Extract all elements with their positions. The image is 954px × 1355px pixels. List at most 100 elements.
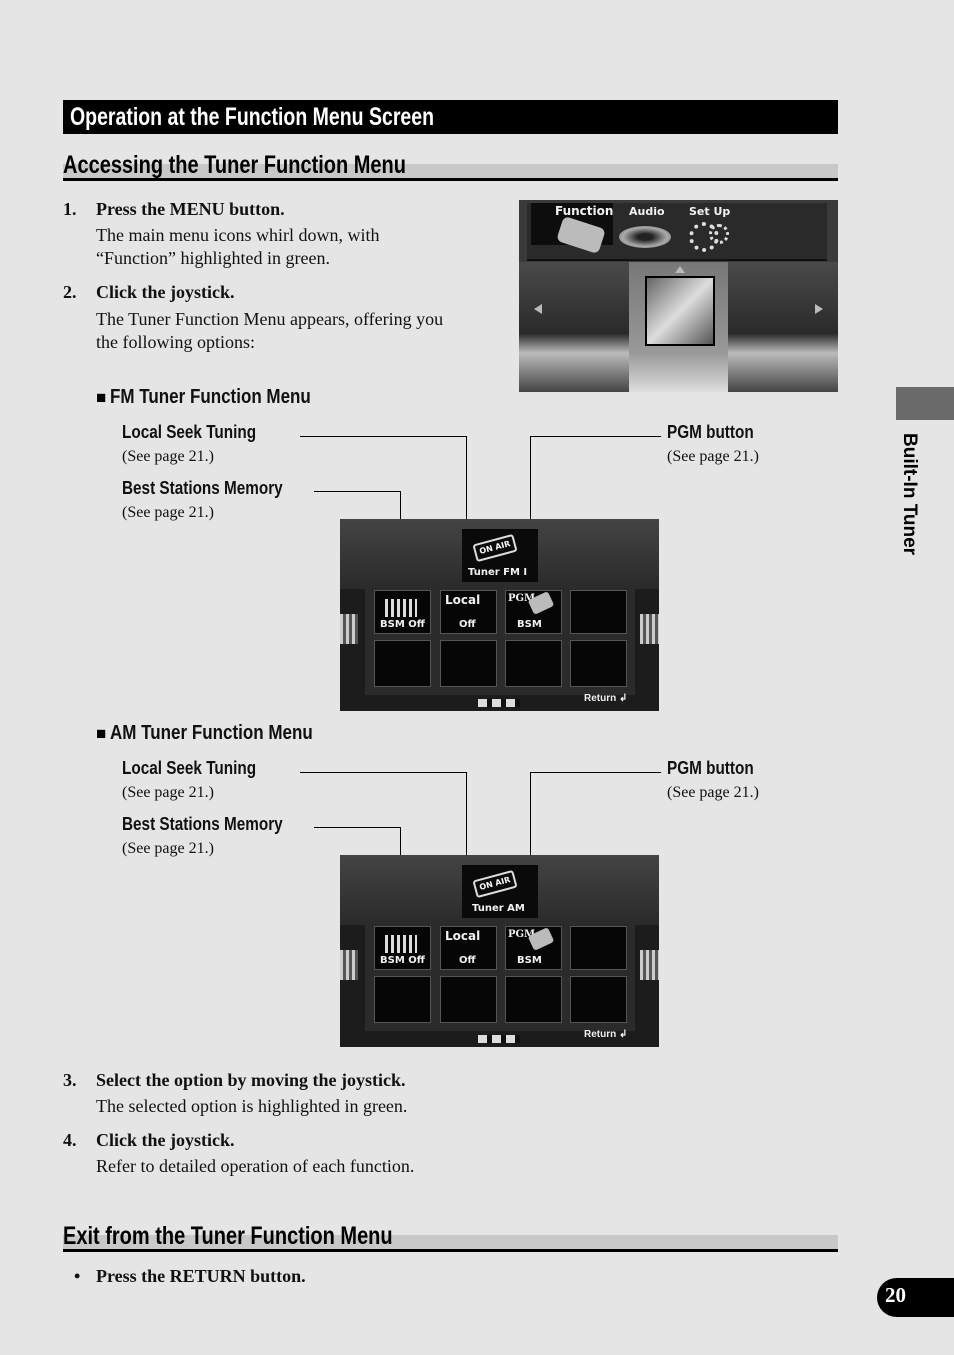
tile-empty[interactable]	[570, 976, 627, 1023]
side-light	[340, 950, 358, 980]
step-body-line: Refer to detailed operation of each func…	[96, 1156, 415, 1176]
equalizer-icon	[385, 599, 417, 617]
return-arrow-icon: ↲	[619, 1029, 628, 1040]
main-menu-screenshot: Function Audio Set Up	[519, 200, 838, 392]
leader-line	[300, 436, 466, 437]
subheading-title: Exit from the Tuner Function Menu	[63, 1222, 393, 1250]
step-number: 3.	[63, 1070, 77, 1090]
leader-line	[314, 491, 401, 492]
fm-menu-heading: ■ FM Tuner Function Menu	[96, 386, 347, 409]
page-number-tab: 20	[877, 1278, 954, 1317]
gears-icon	[709, 224, 729, 244]
step-number: 2.	[63, 282, 77, 302]
exit-bullet-icon: •	[74, 1266, 81, 1286]
step-body: The main menu icons whirl down, with “Fu…	[96, 224, 379, 270]
tile-empty[interactable]	[440, 976, 497, 1023]
step-body-line: the following options:	[96, 332, 255, 352]
tile-empty[interactable]	[374, 976, 431, 1023]
speaker-icon	[619, 226, 671, 248]
tile-empty[interactable]	[570, 640, 627, 687]
return-label: Return	[584, 1029, 617, 1040]
return-button[interactable]: Return ↲	[584, 1029, 627, 1040]
callout-local-seek: Local Seek Tuning	[122, 758, 280, 779]
callout-bsm: Best Stations Memory	[122, 814, 311, 835]
side-tab-marker	[896, 387, 954, 420]
tile-pgm[interactable]: PGM BSM	[505, 590, 562, 634]
step-title: Press the MENU button.	[96, 199, 285, 219]
tile-empty[interactable]	[505, 976, 562, 1023]
page-indicator-dots	[478, 699, 520, 707]
leader-line	[530, 436, 661, 437]
callout-pgm: PGM button	[667, 422, 769, 443]
side-light	[340, 614, 358, 644]
tile-pgm[interactable]: PGM BSM	[505, 926, 562, 970]
square-bullet-icon: ■	[96, 388, 107, 407]
side-light	[640, 614, 659, 644]
square-bullet-icon: ■	[96, 724, 107, 743]
callout-ref: (See page 21.)	[122, 448, 214, 465]
step-body: Refer to detailed operation of each func…	[96, 1155, 414, 1178]
arrow-left-icon[interactable]	[534, 304, 542, 314]
callout-ref: (See page 21.)	[122, 784, 214, 801]
step-body-line: The Tuner Function Menu appears, offerin…	[96, 309, 444, 329]
arrow-right-icon[interactable]	[815, 304, 823, 314]
callout-bsm: Best Stations Memory	[122, 478, 311, 499]
fm-menu-title: FM Tuner Function Menu	[110, 386, 312, 408]
callout-local-seek: Local Seek Tuning	[122, 422, 280, 443]
fm-tuner-screen: ON AIR Tuner FM I BSM Off Local Off PGM …	[340, 519, 659, 711]
callout-ref: (See page 21.)	[667, 448, 759, 465]
tile-empty[interactable]	[570, 926, 627, 970]
tile-bsm[interactable]: BSM Off	[374, 590, 431, 634]
tile-label: Local	[445, 929, 481, 943]
tile-empty[interactable]	[374, 640, 431, 687]
side-light	[640, 950, 659, 980]
subheading-title: Accessing the Tuner Function Menu	[63, 151, 406, 179]
step-title: Click the joystick.	[96, 1130, 235, 1150]
am-menu-title: AM Tuner Function Menu	[110, 722, 314, 744]
tile-label: Off	[459, 955, 476, 966]
tile-local[interactable]: Local Off	[440, 926, 497, 970]
subheading-exit: Exit from the Tuner Function Menu	[63, 1222, 838, 1252]
step-number: 1.	[63, 199, 77, 219]
callout-ref: (See page 21.)	[122, 504, 214, 521]
side-tab-label: Built-In Tuner	[899, 433, 920, 556]
corridor-left-wall	[519, 262, 629, 392]
am-tuner-screen: ON AIR Tuner AM BSM Off Local Off PGM BS…	[340, 855, 659, 1047]
menu-item-audio: Audio	[629, 205, 665, 218]
tile-label: Off	[459, 619, 476, 630]
step-body-line: The selected option is highlighted in gr…	[96, 1096, 408, 1116]
tile-empty[interactable]	[570, 590, 627, 634]
menu-item-setup: Set Up	[689, 205, 731, 218]
leader-line	[530, 772, 661, 773]
section-banner: Operation at the Function Menu Screen	[63, 100, 838, 134]
return-arrow-icon: ↲	[619, 693, 628, 704]
callout-label: Best Stations Memory	[122, 478, 283, 498]
return-button[interactable]: Return ↲	[584, 693, 627, 704]
callout-label: PGM button	[667, 758, 754, 778]
leader-line	[300, 772, 466, 773]
arrow-up-icon[interactable]	[675, 266, 685, 273]
callout-ref: (See page 21.)	[122, 840, 214, 857]
tile-bsm[interactable]: BSM Off	[374, 926, 431, 970]
callout-label: Best Stations Memory	[122, 814, 283, 834]
preview-image	[645, 276, 715, 346]
tile-empty[interactable]	[505, 640, 562, 687]
corridor-right-wall	[728, 262, 838, 392]
tile-label: BSM	[517, 955, 542, 966]
page-number: 20	[885, 1283, 906, 1307]
step-body-line: “Function” highlighted in green.	[96, 248, 330, 268]
tuner-title: Tuner FM I	[468, 567, 528, 578]
callout-label: Local Seek Tuning	[122, 758, 257, 778]
step-body-line: The main menu icons whirl down, with	[96, 225, 380, 245]
tile-local[interactable]: Local Off	[440, 590, 497, 634]
step-body: The Tuner Function Menu appears, offerin…	[96, 308, 443, 354]
tile-label: BSM Off	[380, 955, 425, 966]
section-title: Operation at the Function Menu Screen	[70, 103, 435, 131]
tile-label: BSM Off	[380, 619, 425, 630]
step-number: 4.	[63, 1130, 77, 1150]
tile-label: BSM	[517, 619, 542, 630]
tuner-title: Tuner AM	[472, 903, 525, 914]
tile-empty[interactable]	[440, 640, 497, 687]
return-label: Return	[584, 693, 617, 704]
leader-line	[314, 827, 401, 828]
